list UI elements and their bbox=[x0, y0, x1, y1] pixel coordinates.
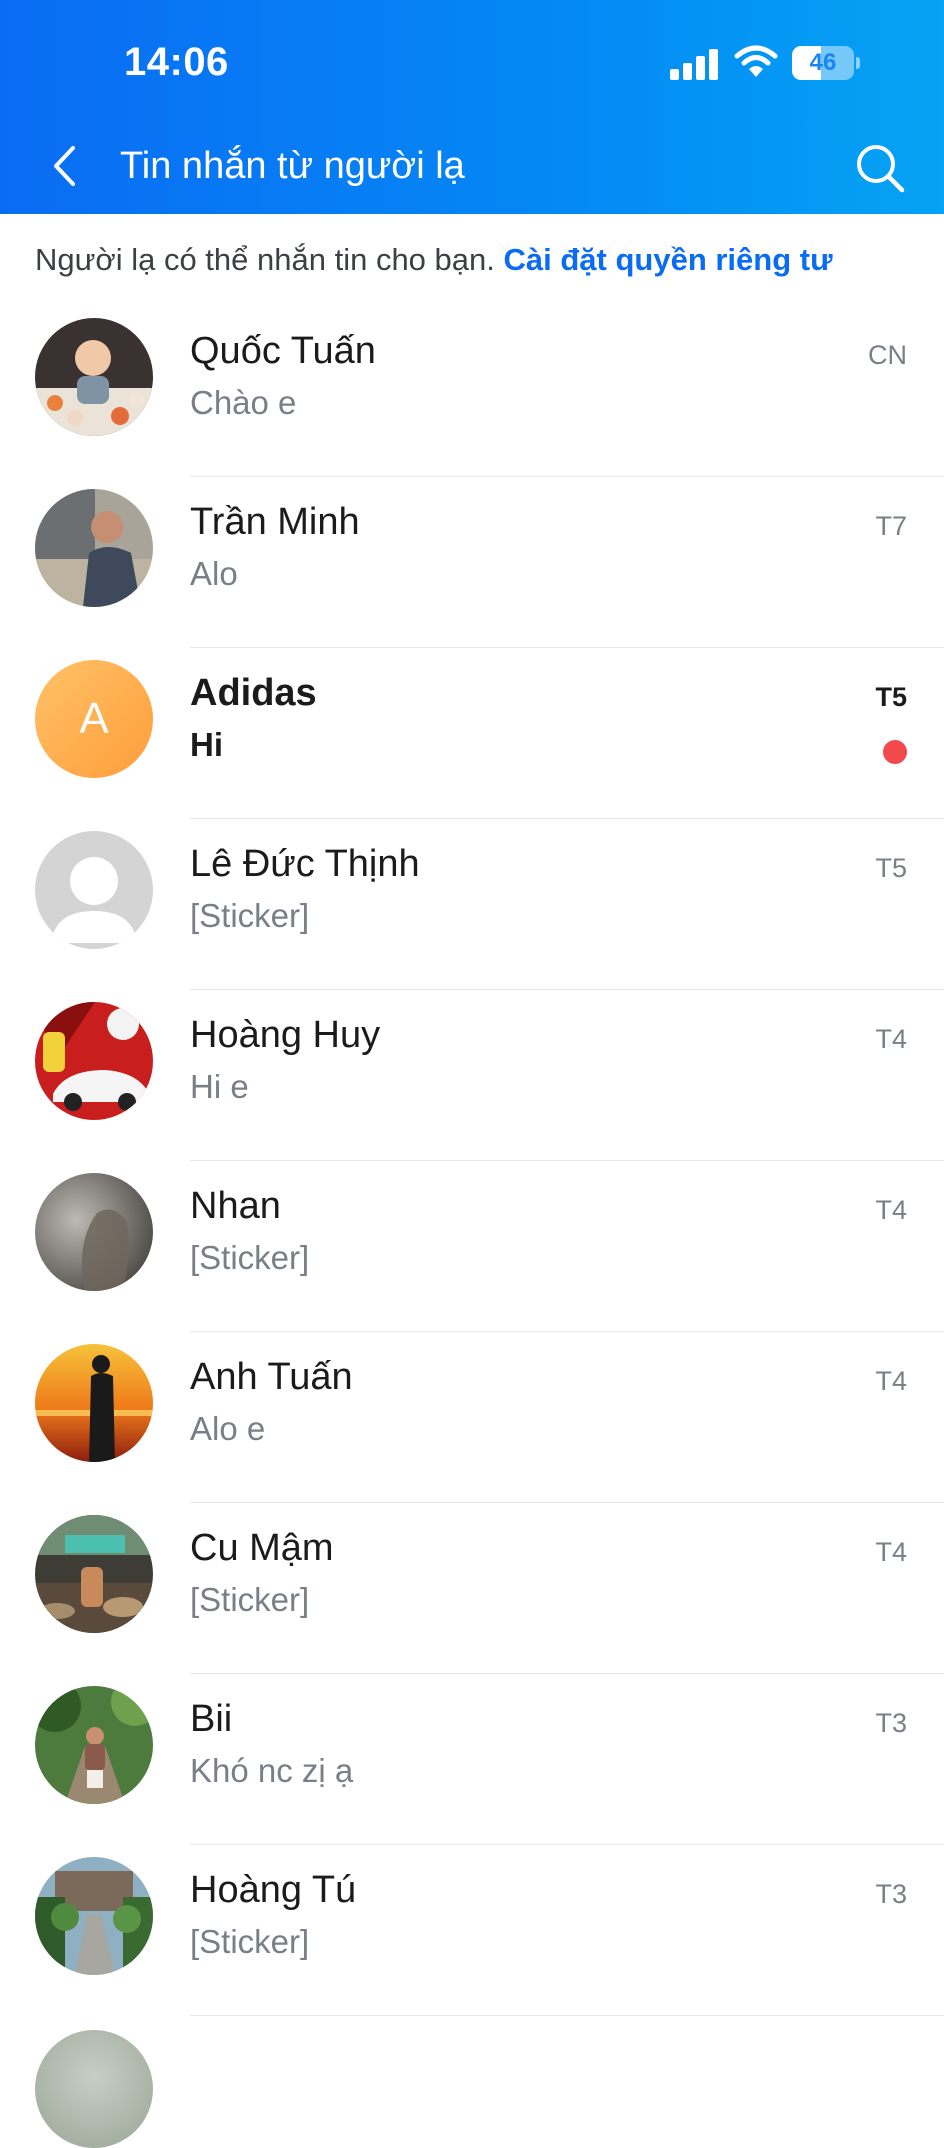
last-message: Alo e bbox=[190, 1410, 266, 1447]
message-time: T4 bbox=[875, 1537, 907, 1567]
wifi-icon bbox=[734, 45, 778, 77]
cellular-signal-icon bbox=[670, 48, 720, 80]
search-icon[interactable] bbox=[852, 140, 908, 196]
avatar bbox=[35, 1686, 153, 1804]
avatar bbox=[35, 1173, 153, 1291]
divider bbox=[190, 2015, 944, 2016]
avatar: A bbox=[35, 660, 153, 778]
contact-name: Lê Đức Thịnh bbox=[190, 843, 420, 885]
conversation-item[interactable]: Cu Mậm [Sticker] T4 bbox=[0, 1503, 944, 1674]
message-time: T5 bbox=[875, 682, 907, 712]
contact-name: Adidas bbox=[190, 672, 317, 714]
page-title: Tin nhắn từ người lạ bbox=[120, 145, 465, 187]
privacy-settings-link[interactable]: Cài đặt quyền riêng tư bbox=[504, 242, 833, 277]
conversation-item[interactable]: Anh Tuấn Alo e T4 bbox=[0, 1332, 944, 1503]
back-button[interactable] bbox=[40, 140, 88, 192]
last-message: Alo bbox=[190, 555, 238, 592]
message-time: T5 bbox=[875, 853, 907, 883]
privacy-notice: Người lạ có thể nhắn tin cho bạn. Cài đặ… bbox=[35, 242, 833, 278]
last-message: Chào e bbox=[190, 384, 297, 421]
conversation-item[interactable]: Lê Đức Thịnh [Sticker] T5 bbox=[0, 819, 944, 990]
contact-name: Hoàng Huy bbox=[190, 1014, 381, 1056]
battery-level: 46 bbox=[809, 49, 837, 76]
conversation-item[interactable]: A Adidas Hi T5 bbox=[0, 648, 944, 819]
message-time: T4 bbox=[875, 1366, 907, 1396]
default-avatar-icon bbox=[35, 831, 153, 949]
message-time: CN bbox=[868, 340, 907, 370]
conversation-item[interactable]: Hoàng Tú [Sticker] T3 bbox=[0, 1845, 944, 2016]
contact-name: Cu Mậm bbox=[190, 1527, 334, 1569]
last-message: [Sticker] bbox=[190, 1581, 310, 1618]
last-message: [Sticker] bbox=[190, 897, 310, 934]
avatar bbox=[35, 2030, 153, 2148]
last-message: [Sticker] bbox=[190, 1923, 310, 1960]
letter-avatar: A bbox=[35, 660, 153, 778]
avatar bbox=[35, 489, 153, 607]
message-time: T4 bbox=[875, 1195, 907, 1225]
conversation-item[interactable]: Trần Minh Alo T7 bbox=[0, 477, 944, 648]
conversation-item[interactable]: Bii Khó nc zị ạ T3 bbox=[0, 1674, 944, 1845]
privacy-text: Người lạ có thể nhắn tin cho bạn. bbox=[35, 242, 495, 277]
message-time: T3 bbox=[875, 1879, 907, 1909]
avatar bbox=[35, 1344, 153, 1462]
unread-dot bbox=[883, 740, 907, 764]
contact-name: Trần Minh bbox=[190, 501, 360, 543]
battery-icon: 46 bbox=[792, 46, 860, 80]
conversation-item[interactable]: Quốc Tuấn Chào e CN bbox=[0, 306, 944, 477]
chevron-left-icon bbox=[54, 146, 75, 186]
conversation-item[interactable]: Hoàng Huy Hi e T4 bbox=[0, 990, 944, 1161]
avatar bbox=[35, 318, 153, 436]
contact-name: Anh Tuấn bbox=[190, 1356, 353, 1398]
avatar bbox=[35, 1515, 153, 1633]
last-message: [Sticker] bbox=[190, 1239, 310, 1276]
contact-name: Bii bbox=[190, 1698, 233, 1740]
contact-name: Quốc Tuấn bbox=[190, 330, 376, 372]
conversation-item[interactable]: Nhan [Sticker] T4 bbox=[0, 1161, 944, 1332]
contact-name: Hoàng Tú bbox=[190, 1869, 357, 1911]
last-message: Hi bbox=[190, 726, 223, 763]
avatar bbox=[35, 1857, 153, 1975]
last-message: Hi e bbox=[190, 1068, 249, 1105]
status-time: 14:06 bbox=[124, 40, 229, 84]
message-time: T3 bbox=[875, 1708, 907, 1738]
last-message: Khó nc zị ạ bbox=[190, 1752, 354, 1789]
message-time: T4 bbox=[875, 1024, 907, 1054]
avatar bbox=[35, 1002, 153, 1120]
message-time: T7 bbox=[875, 511, 907, 541]
contact-name: Nhan bbox=[190, 1185, 281, 1227]
app-header: 14:06 46 Tin nhắn từ người lạ bbox=[0, 0, 944, 214]
